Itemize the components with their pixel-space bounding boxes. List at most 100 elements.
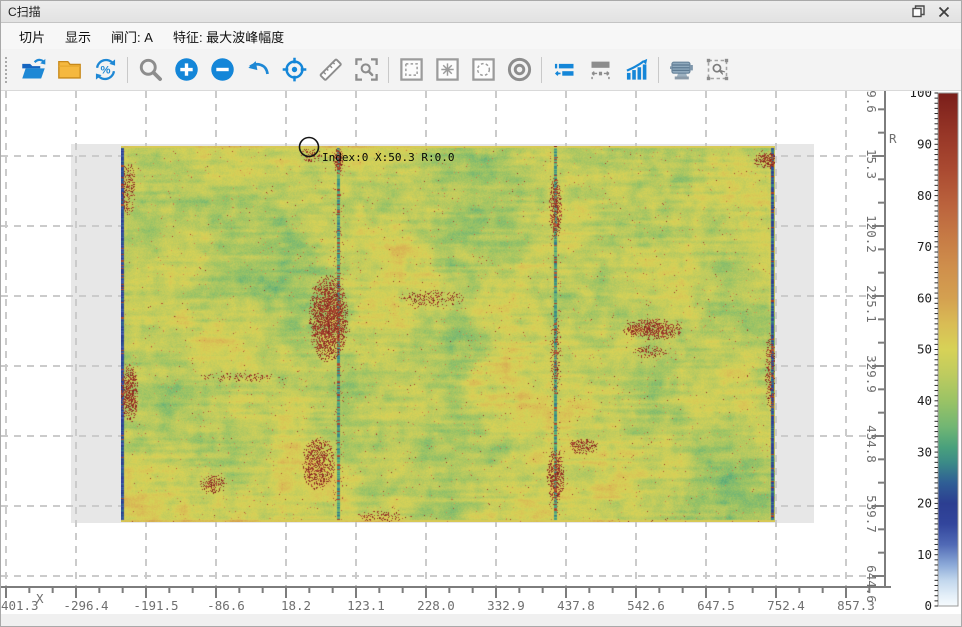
svg-text:40: 40 [917, 393, 932, 408]
toolbar-separator [388, 57, 389, 83]
svg-text:539.7: 539.7 [864, 495, 879, 533]
svg-text:80: 80 [917, 188, 932, 203]
svg-text:20: 20 [917, 496, 932, 511]
svg-text:70: 70 [917, 239, 932, 254]
toolbar-separator [127, 57, 128, 83]
window-title: C扫描 [1, 3, 41, 20]
bar-chart-icon [623, 56, 650, 83]
svg-text:100: 100 [909, 91, 932, 100]
motor-control-button[interactable] [665, 54, 697, 86]
float-window-button[interactable] [909, 4, 927, 20]
svg-text:434.8: 434.8 [864, 425, 879, 463]
menu-bar: 切片 显示 闸门: A 特征: 最大波峰幅度 [1, 23, 961, 49]
restore-icon [912, 5, 925, 18]
zoom-in-button[interactable] [170, 54, 202, 86]
motor-icon [668, 56, 695, 83]
zoom-out-button[interactable] [206, 54, 238, 86]
svg-text:-89.6: -89.6 [864, 91, 879, 113]
title-bar: C扫描 [1, 1, 961, 23]
colorbar [938, 93, 958, 606]
svg-text:10: 10 [917, 547, 932, 562]
toolbar-drag-handle[interactable] [5, 57, 11, 83]
gate-bars-button[interactable] [548, 54, 580, 86]
axes-layer: -401.3 -296.4 -191.5 -86.6 18.2 123.1 228.0 332… [1, 91, 962, 627]
x-axis-title: X [36, 591, 44, 606]
open-folder-button[interactable] [53, 54, 85, 86]
menu-display[interactable]: 显示 [55, 24, 101, 49]
svg-text:90: 90 [917, 137, 932, 152]
rings-icon [506, 56, 533, 83]
scale-refresh-icon: % [92, 56, 119, 83]
width-measure-icon [587, 56, 614, 83]
menu-gate[interactable]: 闸门: A [101, 24, 163, 49]
zoom-region-button[interactable] [350, 54, 382, 86]
menu-slice[interactable]: 切片 [9, 24, 55, 49]
svg-text:332.9: 332.9 [487, 598, 525, 613]
window-controls [909, 4, 961, 20]
crosshair-target-icon [281, 56, 308, 83]
gate-bars-icon [551, 56, 578, 83]
close-icon [938, 6, 950, 18]
svg-text:%: % [100, 64, 110, 76]
svg-text:-296.4: -296.4 [63, 598, 108, 613]
width-measure-button[interactable] [584, 54, 616, 86]
svg-text:15.3: 15.3 [864, 149, 879, 179]
select-rect-button[interactable] [395, 54, 427, 86]
magnifier-icon [137, 56, 164, 83]
axis-ticks [6, 91, 885, 598]
x-tick-labels: -401.3 -296.4 -191.5 -86.6 18.2 123.1 228.0 332… [1, 598, 875, 613]
close-button[interactable] [935, 4, 953, 20]
svg-text:644.6: 644.6 [864, 565, 879, 603]
svg-text:18.2: 18.2 [281, 598, 311, 613]
menu-feature[interactable]: 特征: 最大波峰幅度 [163, 24, 294, 49]
r-tick-labels: -89.6 15.3 120.2 225.1 329.9 434.8 539.7 644.6 [864, 91, 879, 603]
zoom-out-icon [209, 56, 236, 83]
select-rect-icon [398, 56, 425, 83]
colorbar-labels: 1009080706050403020100 [909, 91, 932, 613]
region-pick-icon [704, 56, 731, 83]
svg-text:329.9: 329.9 [864, 355, 879, 393]
statistics-button[interactable] [620, 54, 652, 86]
toolbar-separator [541, 57, 542, 83]
select-circle-button[interactable] [467, 54, 499, 86]
scale-refresh-button[interactable]: % [89, 54, 121, 86]
svg-text:228.0: 228.0 [417, 598, 455, 613]
svg-text:437.8: 437.8 [557, 598, 595, 613]
open-file-button[interactable] [17, 54, 49, 86]
toolbar-separator [658, 57, 659, 83]
svg-text:50: 50 [917, 342, 932, 357]
zoom-search-button[interactable] [134, 54, 166, 86]
concentric-rings-button[interactable] [503, 54, 535, 86]
open-file-icon [20, 56, 47, 83]
measure-ruler-button[interactable] [314, 54, 346, 86]
svg-text:0: 0 [924, 598, 932, 613]
center-target-button[interactable] [278, 54, 310, 86]
svg-text:647.5: 647.5 [697, 598, 735, 613]
undo-arrow-icon [245, 56, 272, 83]
undo-view-button[interactable] [242, 54, 274, 86]
folder-icon [56, 56, 83, 83]
cursor-marker [300, 138, 319, 157]
svg-text:542.6: 542.6 [627, 598, 665, 613]
svg-text:225.1: 225.1 [864, 285, 879, 323]
colorbar-ticks [935, 93, 939, 606]
defect-burst-button[interactable] [431, 54, 463, 86]
toolbar: % [1, 49, 961, 91]
svg-text:60: 60 [917, 290, 932, 305]
svg-text:30: 30 [917, 444, 932, 459]
svg-text:120.2: 120.2 [864, 215, 879, 253]
svg-text:752.4: 752.4 [767, 598, 805, 613]
axis-lines [1, 91, 891, 588]
svg-text:-191.5: -191.5 [133, 598, 178, 613]
svg-text:-86.6: -86.6 [207, 598, 245, 613]
region-pick-button[interactable] [701, 54, 733, 86]
zoom-in-icon [173, 56, 200, 83]
zoom-region-icon [353, 56, 380, 83]
svg-text:-401.3: -401.3 [1, 598, 39, 613]
svg-text:123.1: 123.1 [347, 598, 385, 613]
select-circle-icon [470, 56, 497, 83]
r-axis-title: R [889, 131, 897, 146]
cscan-window: C扫描 切片 显示 闸门: A 特征: 最大波峰幅度 [0, 0, 962, 627]
ruler-icon [317, 56, 344, 83]
cursor-annotation: Index:0 X:50.3 R:0.0 [322, 151, 454, 164]
